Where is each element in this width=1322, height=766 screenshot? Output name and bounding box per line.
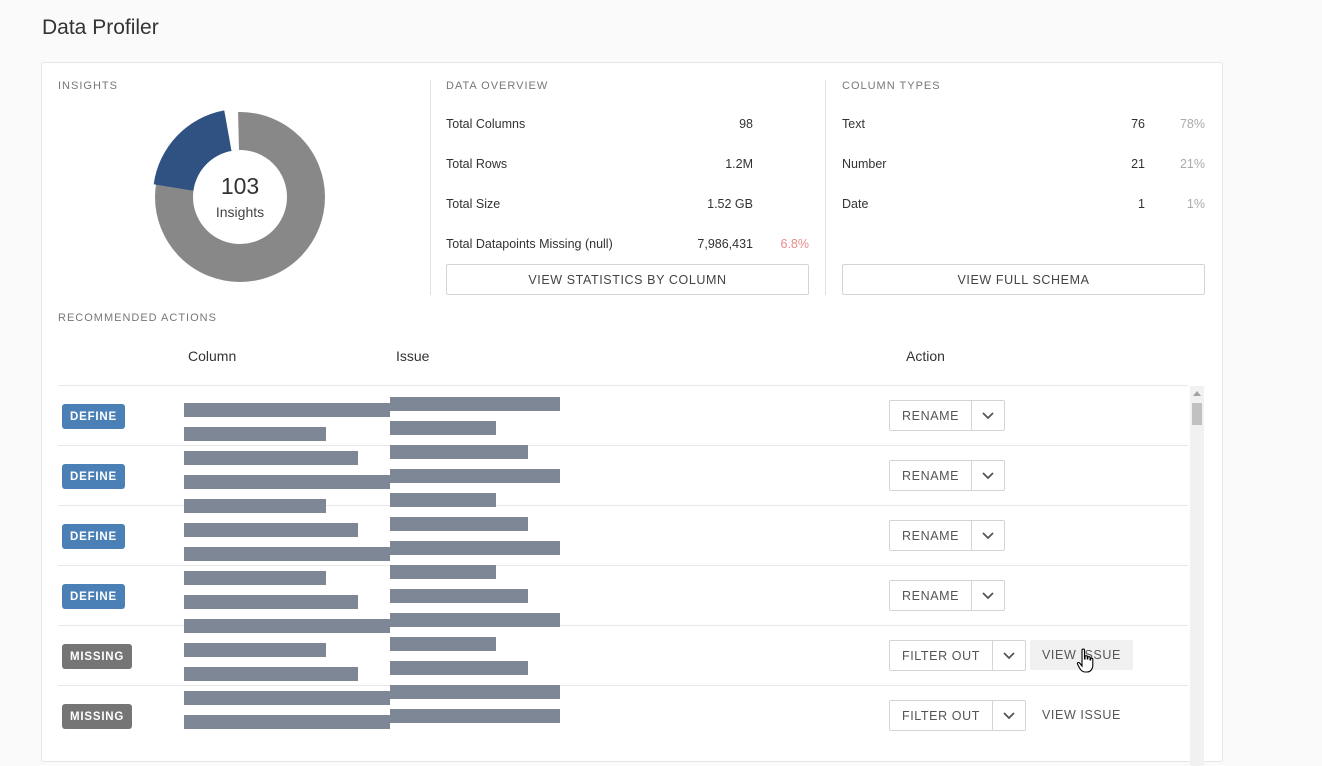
data-overview-label: DATA OVERVIEW <box>446 80 549 92</box>
view-full-schema-button[interactable]: VIEW FULL SCHEMA <box>842 264 1205 295</box>
filter-out-button[interactable]: FILTER OUT <box>890 701 993 730</box>
stat-percent: 21% <box>1179 157 1205 171</box>
stat-label: Total Datapoints Missing (null) <box>446 237 613 251</box>
chevron-down-icon[interactable] <box>972 401 1004 430</box>
column-header-action[interactable]: Action <box>906 348 945 364</box>
chevron-down-icon[interactable] <box>972 521 1004 550</box>
overview-row-total-columns: Total Columns 98 <box>446 117 809 137</box>
rename-button[interactable]: RENAME <box>890 521 973 550</box>
chevron-down-icon[interactable] <box>972 461 1004 490</box>
stat-label: Total Size <box>446 197 501 211</box>
rename-button[interactable]: RENAME <box>890 401 973 430</box>
hand-cursor-icon <box>1076 648 1094 673</box>
recommended-actions-label: RECOMMENDED ACTIONS <box>58 312 217 324</box>
insights-count: 103 <box>220 173 260 199</box>
table-scrollbar[interactable] <box>1190 386 1204 766</box>
column-header-column[interactable]: Column <box>188 348 236 364</box>
column-type-row-text: Text 76 78% <box>842 117 1205 137</box>
stat-value: 21 <box>1131 157 1145 171</box>
column-types-label: COLUMN TYPES <box>842 80 941 92</box>
insights-label: INSIGHTS <box>58 80 118 92</box>
stat-percent: 78% <box>1179 117 1205 131</box>
column-header-issue[interactable]: Issue <box>396 348 429 364</box>
column-type-row-number: Number 21 21% <box>842 157 1205 177</box>
define-badge: DEFINE <box>62 584 125 609</box>
view-issue-button[interactable]: VIEW ISSUE <box>1030 700 1133 730</box>
rename-split-button[interactable]: RENAME <box>889 400 1006 431</box>
overview-row-total-rows: Total Rows 1.2M <box>446 157 809 177</box>
divider <box>430 80 431 295</box>
stat-value: 76 <box>1131 117 1145 131</box>
stat-value: 1.52 GB <box>707 197 753 211</box>
stat-label: Number <box>842 157 887 171</box>
stat-label: Total Rows <box>446 157 508 171</box>
stat-value: 1.2M <box>725 157 753 171</box>
rename-split-button[interactable]: RENAME <box>889 460 1006 491</box>
chevron-down-icon[interactable] <box>972 581 1004 610</box>
scroll-up-arrow-icon[interactable] <box>1193 391 1201 396</box>
define-badge: DEFINE <box>62 464 125 489</box>
stat-value: 1 <box>1138 197 1145 211</box>
rename-split-button[interactable]: RENAME <box>889 520 1006 551</box>
view-statistics-by-column-button[interactable]: VIEW STATISTICS BY COLUMN <box>446 264 809 295</box>
divider <box>825 80 826 295</box>
stat-value: 7,986,431 <box>697 237 753 251</box>
stat-label: Date <box>842 197 869 211</box>
missing-badge: MISSING <box>62 704 133 729</box>
profiler-card: INSIGHTS 103 Insights DATA OVERVIEW Tota… <box>41 62 1223 766</box>
column-type-row-date: Date 1 1% <box>842 197 1205 217</box>
filter-out-split-button[interactable]: FILTER OUT <box>889 700 1026 731</box>
filter-out-split-button[interactable]: FILTER OUT <box>889 640 1026 671</box>
define-badge: DEFINE <box>62 404 125 429</box>
rename-button[interactable]: RENAME <box>890 581 973 610</box>
stat-value: 98 <box>739 117 753 131</box>
stat-label: Text <box>842 117 865 131</box>
insights-count-label: Insights <box>215 204 265 220</box>
scrollbar-thumb[interactable] <box>1192 403 1202 425</box>
stat-label: Total Columns <box>446 117 526 131</box>
rename-split-button[interactable]: RENAME <box>889 580 1006 611</box>
chevron-down-icon[interactable] <box>993 641 1025 670</box>
filter-out-button[interactable]: FILTER OUT <box>890 641 993 670</box>
missing-badge: MISSING <box>62 644 133 669</box>
overview-row-datapoints-missing: Total Datapoints Missing (null) 7,986,43… <box>446 237 809 257</box>
define-badge: DEFINE <box>62 524 125 549</box>
overview-row-total-size: Total Size 1.52 GB <box>446 197 809 217</box>
page-title: Data Profiler <box>42 16 159 39</box>
rename-button[interactable]: RENAME <box>890 461 973 490</box>
stat-percent: 6.8% <box>780 237 810 251</box>
chevron-down-icon[interactable] <box>993 701 1025 730</box>
stat-percent: 1% <box>1186 197 1205 211</box>
